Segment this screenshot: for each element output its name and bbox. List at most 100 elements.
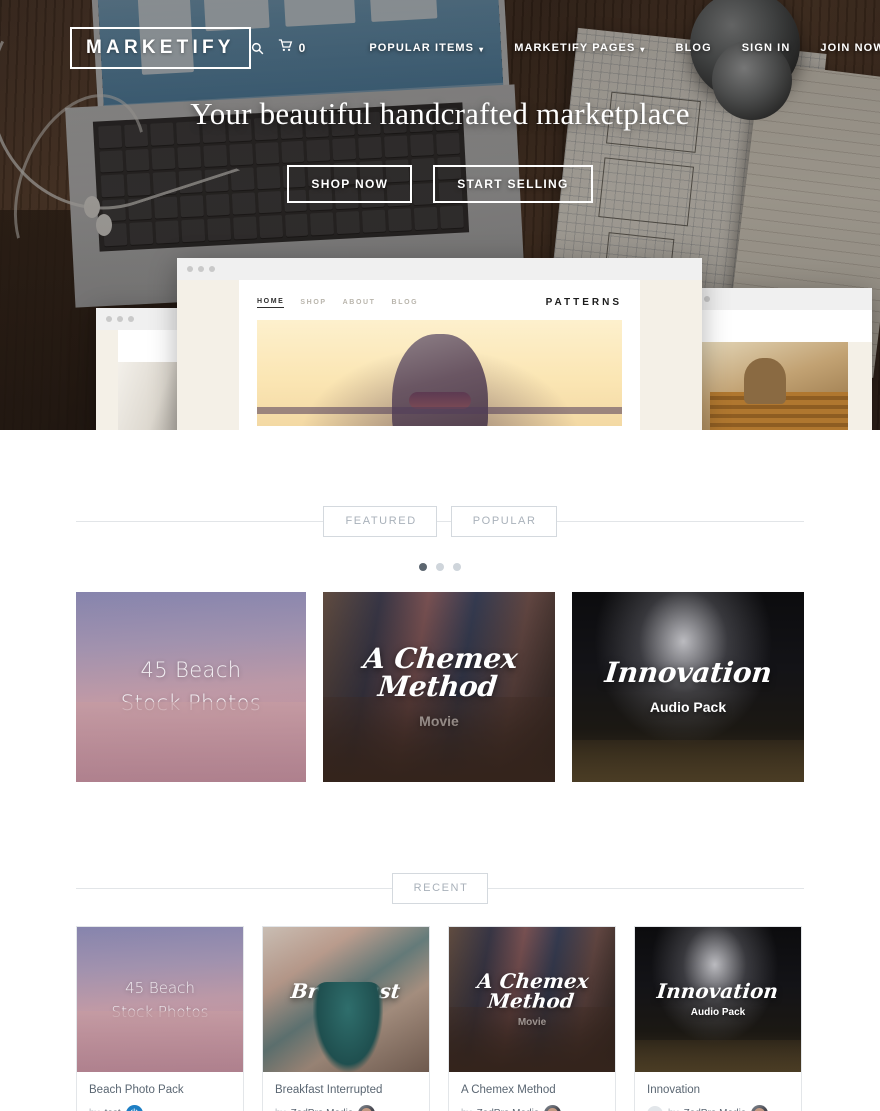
cart-count: 0 (298, 41, 306, 55)
card-product-name: Breakfast Interrupted (275, 1084, 383, 1096)
recent-tab-divider: RECENT (0, 873, 880, 904)
hero-banner: MARKETIFY 0 POPULAR ITEMS ▾ MARKETIFY PA… (0, 0, 880, 430)
search-icon[interactable] (251, 42, 264, 55)
window-dot (128, 316, 134, 322)
featured-card-innovation[interactable]: Innovation Audio Pack (572, 592, 804, 782)
card-meta: Beach Photo Pack by test ⏻ (77, 1072, 243, 1111)
card-overlay: A Chemex Method Movie (323, 592, 555, 782)
card-overlay: Breakfast Movie (263, 927, 429, 1072)
card-meta: A Chemex Method by ZedPro Media (449, 1072, 615, 1111)
card-subtitle: Audio Pack (649, 699, 727, 715)
card-title-line1: 45 Beach (125, 978, 195, 997)
page-root: MARKETIFY 0 POPULAR ITEMS ▾ MARKETIFY PA… (0, 0, 880, 1111)
carousel-dot-2[interactable] (436, 563, 444, 571)
window-dot (198, 266, 204, 272)
card-title: Innovation (603, 656, 774, 689)
card-title: A Chemex Method (476, 969, 591, 1013)
card-product-name: Beach Photo Pack (89, 1084, 184, 1096)
card-title-line2: Stock Photos (120, 691, 262, 715)
carousel-dot-3[interactable] (453, 563, 461, 571)
cart-icon (278, 39, 293, 57)
person-shape (744, 358, 786, 404)
chevron-down-icon: ▾ (640, 44, 646, 54)
mock-window-right (672, 288, 872, 430)
nav-item-marketify-pages[interactable]: MARKETIFY PAGES ▾ (514, 42, 645, 54)
card-title: Breakfast (290, 979, 402, 1003)
mock-nav-blog: BLOG (391, 299, 419, 306)
mock-nav-shop: SHOP (300, 299, 327, 306)
card-thumbnail: Innovation Audio Pack (635, 927, 801, 1072)
chevron-down-icon: ▾ (479, 44, 485, 54)
mock-window-content: HOME SHOP ABOUT BLOG PATTERNS (177, 280, 702, 430)
play-icon[interactable] (647, 1105, 663, 1111)
site-logo[interactable]: MARKETIFY (70, 27, 251, 69)
nav-item-join-now[interactable]: JOIN NOW (820, 42, 880, 54)
featured-section: FEATURED POPULAR 45 Beach Stock Photos A… (0, 430, 880, 782)
divider-line-right (488, 888, 805, 889)
mock-site-logo: PATTERNS (545, 297, 622, 308)
card-product-name: Innovation (647, 1084, 701, 1096)
nav-item-popular-items[interactable]: POPULAR ITEMS ▾ (369, 42, 484, 54)
featured-tabs: FEATURED POPULAR (323, 506, 557, 537)
card-thumbnail: A Chemex Method Movie (449, 927, 615, 1072)
card-title: 45 Beach Stock Photos (112, 976, 209, 1024)
window-dot (209, 266, 215, 272)
recent-cards-grid: 45 Beach Stock Photos Beach Photo Pack b… (0, 926, 880, 1111)
card-subtitle: Audio Pack (690, 1007, 746, 1018)
avatar (544, 1105, 562, 1111)
recent-card-innovation[interactable]: Innovation Audio Pack Innovation by ZedP… (634, 926, 802, 1111)
tab-featured[interactable]: FEATURED (323, 506, 437, 537)
recent-card-breakfast-interrupted[interactable]: Breakfast Movie Breakfast Interrupted by… (262, 926, 430, 1111)
page-body: FEATURED POPULAR 45 Beach Stock Photos A… (0, 430, 880, 1111)
recent-card-beach-photo-pack[interactable]: 45 Beach Stock Photos Beach Photo Pack b… (76, 926, 244, 1111)
carousel-dots (0, 563, 880, 571)
avatar: ⏻ (125, 1105, 143, 1111)
card-author-row: by test ⏻ (89, 1105, 231, 1111)
avatar (358, 1105, 376, 1111)
card-subtitle: Movie (517, 1017, 547, 1028)
hero-cta-group: SHOP NOW START SELLING (0, 165, 880, 204)
shop-now-button[interactable]: SHOP NOW (287, 165, 413, 204)
card-title-line2: Stock Photos (111, 1002, 209, 1021)
carousel-dot-1[interactable] (419, 563, 427, 571)
mock-nav-home: HOME (257, 298, 285, 308)
divider-line-right (556, 521, 805, 522)
divider-line-left (76, 888, 392, 889)
tab-popular[interactable]: POPULAR (450, 506, 557, 537)
recent-section: RECENT 45 Beach Stock Photos Beach Photo… (0, 782, 880, 1111)
mock-site-nav: HOME SHOP ABOUT BLOG PATTERNS (257, 280, 622, 320)
card-thumbnail: 45 Beach Stock Photos (77, 927, 243, 1072)
window-dot (704, 296, 710, 302)
mock-window-titlebar (177, 258, 702, 280)
card-overlay: Innovation Audio Pack (635, 927, 801, 1072)
window-dot (187, 266, 193, 272)
mock-window-center: HOME SHOP ABOUT BLOG PATTERNS (177, 258, 702, 430)
card-subtitle: Movie (331, 1007, 361, 1018)
card-thumbnail: Breakfast Movie (263, 927, 429, 1072)
card-title: A Chemex Method (361, 642, 520, 703)
tab-recent[interactable]: RECENT (391, 873, 489, 904)
card-author-row: by ZedPro Media (647, 1105, 789, 1111)
card-meta: Breakfast Interrupted by ZedPro Media (263, 1072, 429, 1111)
mock-window-titlebar (672, 288, 872, 310)
featured-cards-grid: 45 Beach Stock Photos A Chemex Method Mo… (0, 592, 880, 782)
cart-button[interactable]: 0 (278, 39, 306, 57)
start-selling-button[interactable]: START SELLING (433, 165, 593, 204)
card-subtitle: Movie (419, 713, 459, 729)
nav-item-blog[interactable]: BLOG (676, 42, 712, 54)
card-title-line1: 45 Beach (140, 658, 242, 683)
card-overlay: Innovation Audio Pack (572, 592, 804, 782)
card-overlay: 45 Beach Stock Photos (77, 927, 243, 1072)
featured-card-beach[interactable]: 45 Beach Stock Photos (76, 592, 306, 782)
nav-item-sign-in[interactable]: SIGN IN (742, 42, 791, 54)
card-author-row: by ZedPro Media (461, 1105, 603, 1111)
featured-tabs-divider: FEATURED POPULAR (0, 506, 880, 537)
tab-gap-line (436, 521, 451, 522)
mock-hero-image (696, 342, 848, 430)
hero-copy: Your beautiful handcrafted marketplace S… (0, 92, 880, 204)
recent-card-chemex-method[interactable]: A Chemex Method Movie A Chemex Method by… (448, 926, 616, 1111)
mock-hero-image (257, 320, 622, 426)
window-dot (117, 316, 123, 322)
window-dot (106, 316, 112, 322)
featured-card-chemex[interactable]: A Chemex Method Movie (323, 592, 555, 782)
